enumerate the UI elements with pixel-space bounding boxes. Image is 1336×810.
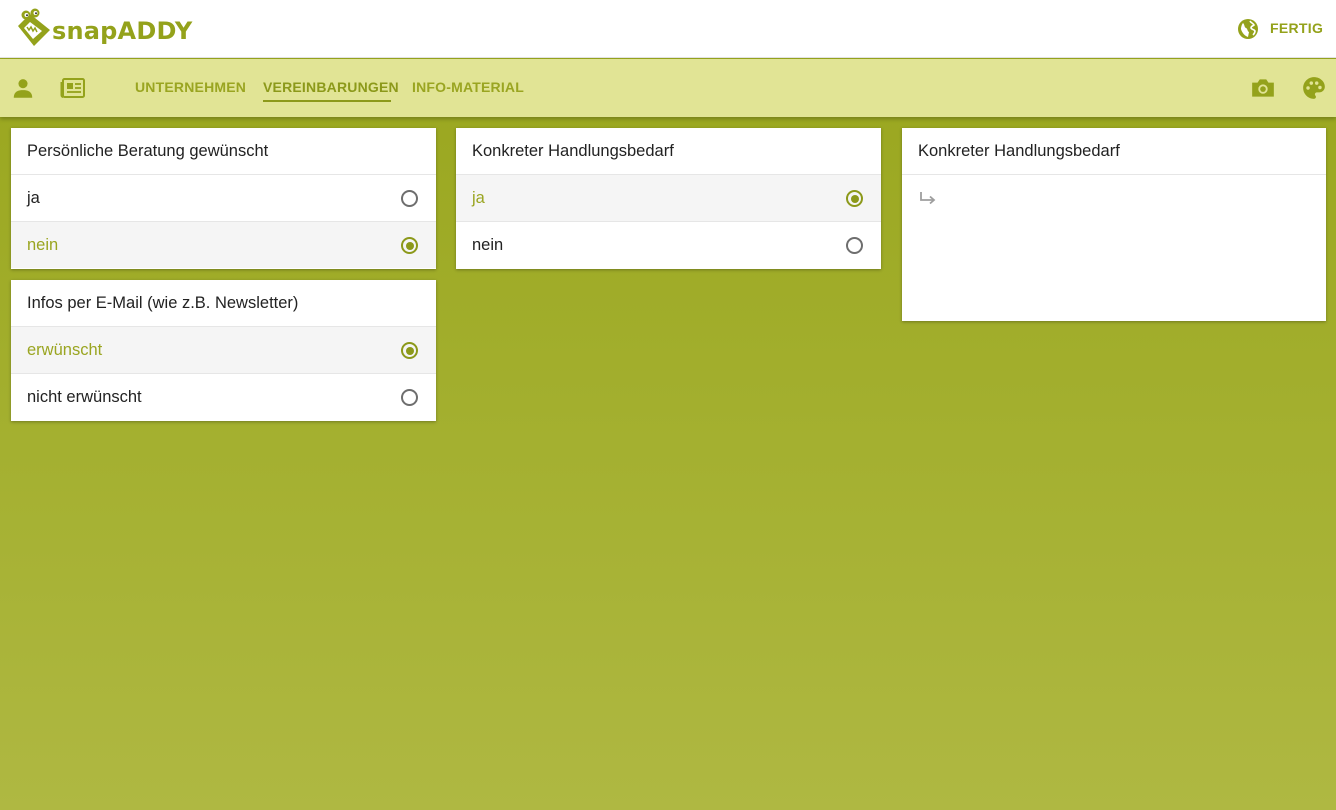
tab-unternehmen[interactable]: UNTERNEHMEN xyxy=(135,79,246,95)
toolbar: UNTERNEHMEN VEREINBARUNGEN INFO-MATERIAL xyxy=(0,59,1336,117)
option-nein[interactable]: nein xyxy=(456,221,881,268)
active-tab-indicator xyxy=(263,100,391,102)
done-button[interactable]: FERTIG xyxy=(1270,20,1323,36)
option-nein[interactable]: nein xyxy=(11,221,436,268)
option-ja[interactable]: ja xyxy=(11,174,436,221)
snapaddy-logo: snapADDY xyxy=(16,8,192,52)
option-label: erwünscht xyxy=(27,341,103,359)
option-erwuenscht[interactable]: erwünscht xyxy=(11,326,436,373)
tab-info-material[interactable]: INFO-MATERIAL xyxy=(412,79,524,95)
card-title: Infos per E-Mail (wie z.B. Newsletter) xyxy=(27,294,299,312)
crocodile-icon xyxy=(18,8,50,46)
option-ja[interactable]: ja xyxy=(456,174,881,221)
card-konkreter-handlungsbedarf: Konkreter Handlungsbedarf ja nein xyxy=(456,128,881,269)
radio-button-selected[interactable] xyxy=(401,342,418,359)
app-name: snapADDY xyxy=(52,17,193,45)
option-label: nicht erwünscht xyxy=(27,388,142,406)
tab-vereinbarungen[interactable]: VEREINBARUNGEN xyxy=(263,79,399,95)
card-title: Konkreter Handlungsbedarf xyxy=(472,142,674,160)
option-nicht-erwuenscht[interactable]: nicht erwünscht xyxy=(11,373,436,420)
newspaper-icon[interactable] xyxy=(60,75,86,101)
radio-button[interactable] xyxy=(846,237,863,254)
card-title: Konkreter Handlungsbedarf xyxy=(918,142,1120,160)
card-infos-per-email: Infos per E-Mail (wie z.B. Newsletter) e… xyxy=(11,280,436,421)
card-persoenliche-beratung: Persönliche Beratung gewünscht ja nein xyxy=(11,128,436,269)
subdirectory-arrow-icon[interactable] xyxy=(918,189,938,209)
card-title: Persönliche Beratung gewünscht xyxy=(27,142,269,160)
camera-icon[interactable] xyxy=(1250,75,1276,101)
app-bar: snapADDY FERTIG xyxy=(0,0,1336,58)
option-label: ja xyxy=(472,189,485,207)
radio-button-selected[interactable] xyxy=(846,190,863,207)
person-icon[interactable] xyxy=(10,75,36,101)
radio-button[interactable] xyxy=(401,389,418,406)
globe-icon[interactable] xyxy=(1236,17,1260,41)
option-label: ja xyxy=(27,189,40,207)
followup-area xyxy=(902,174,1326,321)
option-label: nein xyxy=(27,236,59,254)
palette-icon[interactable] xyxy=(1301,75,1327,101)
radio-button[interactable] xyxy=(401,190,418,207)
radio-button-selected[interactable] xyxy=(401,237,418,254)
card-konkreter-handlungsbedarf-followup: Konkreter Handlungsbedarf xyxy=(902,128,1326,321)
option-label: nein xyxy=(472,236,504,254)
